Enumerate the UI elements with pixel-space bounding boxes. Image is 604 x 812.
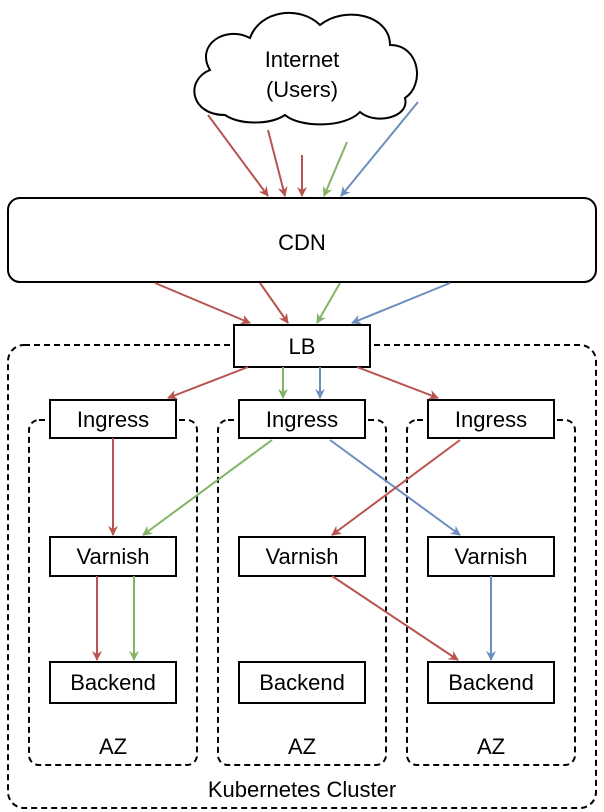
backend-3-label: Backend [448,670,534,695]
edge-internet-cdn-green [322,141,348,197]
edge-internet-cdn-red-2 [267,129,288,197]
az-2-label: AZ [288,734,316,759]
az-3-label: AZ [477,734,505,759]
ingress-2-label: Ingress [266,407,338,432]
backend-1-label: Backend [70,670,156,695]
varnish-1-label: Varnish [77,544,150,569]
az-2 [217,419,387,766]
edge-cdn-lb-blue [351,282,451,325]
edge-ingress2-varnish1-green [142,439,273,536]
edge-cdn-lb-green [316,282,341,324]
edge-cdn-lb-red-1 [154,282,251,325]
cdn-label: CDN [278,230,326,255]
varnish-3-label: Varnish [455,544,528,569]
varnish-2-label: Varnish [266,544,339,569]
internet-label-line2: (Users) [266,77,338,102]
ingress-1-label: Ingress [77,407,149,432]
ingress-3-label: Ingress [455,407,527,432]
edge-cdn-lb-red-2 [259,282,289,324]
edge-internet-cdn-red-1 [207,114,269,197]
edge-lb-ingress1-red [167,366,249,400]
architecture-diagram: Kubernetes Cluster AZ AZ AZ Internet (Us… [7,11,597,809]
internet-label-line1: Internet [265,47,340,72]
backend-2-label: Backend [259,670,345,695]
az-1-label: AZ [99,734,127,759]
edge-varnish2-backend3-red [331,575,459,661]
lb-label: LB [289,334,316,359]
cluster-label: Kubernetes Cluster [208,777,396,802]
edge-lb-ingress3-red [356,366,439,400]
